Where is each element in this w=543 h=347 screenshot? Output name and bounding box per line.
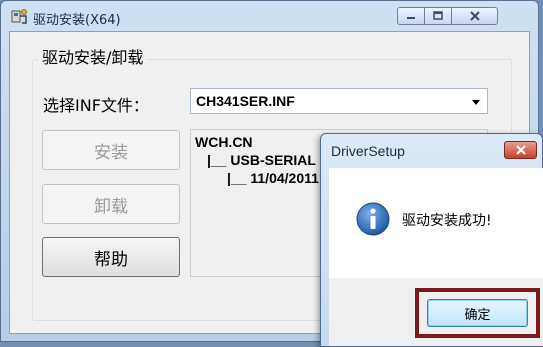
driver-setup-icon bbox=[11, 8, 29, 26]
help-button[interactable]: 帮助 bbox=[42, 237, 180, 277]
ok-button-highlight: 确定 bbox=[415, 288, 540, 338]
driver-setup-dialog: DriverSetup 驱动安装成功! 确定 bbox=[320, 133, 543, 347]
minimize-button[interactable] bbox=[397, 7, 425, 25]
window-title: 驱动安装(X64) bbox=[33, 13, 121, 28]
inf-file-value: CH341SER.INF bbox=[196, 93, 295, 109]
title-bar[interactable]: 驱动安装(X64) bbox=[1, 1, 538, 31]
dialog-message: 驱动安装成功! bbox=[402, 213, 492, 229]
chevron-down-icon bbox=[472, 100, 480, 105]
info-line: WCH.CN bbox=[195, 134, 253, 150]
ok-button[interactable]: 确定 bbox=[427, 299, 528, 327]
inf-file-label: 选择INF文件： bbox=[43, 96, 149, 115]
install-button[interactable]: 安装 bbox=[42, 130, 180, 170]
maximize-icon bbox=[433, 11, 443, 20]
inf-file-select[interactable]: CH341SER.INF bbox=[190, 88, 488, 114]
minimize-icon bbox=[407, 17, 415, 19]
uninstall-button[interactable]: 卸载 bbox=[42, 184, 180, 224]
information-icon bbox=[355, 201, 391, 237]
group-title: 驱动安装/卸载 bbox=[38, 44, 148, 68]
close-icon bbox=[469, 11, 480, 21]
info-line: |__ 11/04/2011 bbox=[227, 170, 319, 186]
dialog-footer: 确定 bbox=[329, 278, 543, 346]
dialog-title: DriverSetup bbox=[331, 143, 405, 159]
close-icon bbox=[515, 145, 526, 155]
dialog-body: 驱动安装成功! bbox=[329, 168, 543, 278]
close-button[interactable] bbox=[452, 7, 498, 25]
info-line: |__ USB-SERIAL bbox=[207, 152, 316, 168]
dialog-close-button[interactable] bbox=[504, 141, 537, 159]
maximize-button[interactable] bbox=[425, 7, 452, 25]
